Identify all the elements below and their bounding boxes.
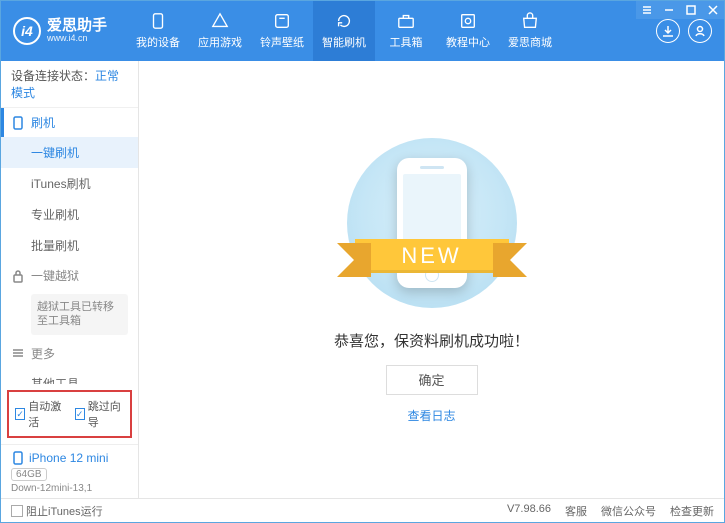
nav-refresh[interactable]: 智能刷机 xyxy=(313,1,375,61)
nav-phone[interactable]: 我的设备 xyxy=(127,1,189,61)
footer-update-link[interactable]: 检查更新 xyxy=(670,503,714,519)
nav-label: 我的设备 xyxy=(136,34,180,50)
music-icon xyxy=(272,12,292,30)
logo-icon: i4 xyxy=(13,17,41,45)
footer-wechat-link[interactable]: 微信公众号 xyxy=(601,503,656,519)
refresh-icon xyxy=(334,12,354,30)
checkbox-icon: ✓ xyxy=(75,408,85,420)
titlebar: i4 爱思助手 www.i4.cn 我的设备 应用游戏 铃声壁纸 智能刷机 工具箱 教程中… xyxy=(1,1,724,61)
view-log-link[interactable]: 查看日志 xyxy=(407,407,455,424)
block-itunes-checkbox[interactable]: 阻止iTunes运行 xyxy=(11,503,103,519)
sidebar-item[interactable]: 一键刷机 xyxy=(1,137,138,168)
new-ribbon: NEW xyxy=(355,239,509,273)
checkbox-label: 跳过向导 xyxy=(88,398,124,430)
sidebar-group[interactable]: 一键越狱 xyxy=(1,261,138,290)
illustration: NEW xyxy=(347,138,517,308)
shop-icon xyxy=(520,12,540,30)
lock-icon xyxy=(11,269,25,283)
toolbox-icon xyxy=(396,12,416,30)
nav-music[interactable]: 铃声壁纸 xyxy=(251,1,313,61)
nav-label: 工具箱 xyxy=(390,34,423,50)
nav-shop[interactable]: 爱思商城 xyxy=(499,1,561,61)
footer-support-link[interactable]: 客服 xyxy=(565,503,587,519)
status-bar: 阻止iTunes运行 V7.98.66 客服 微信公众号 检查更新 xyxy=(1,498,724,522)
nav-toolbox[interactable]: 工具箱 xyxy=(375,1,437,61)
app-subtitle: www.i4.cn xyxy=(47,34,107,44)
app-title: 爱思助手 xyxy=(47,18,107,35)
status-label: 设备连接状态： xyxy=(11,69,95,83)
apps-icon xyxy=(210,12,230,30)
menu-button[interactable] xyxy=(636,1,658,19)
book-icon xyxy=(458,12,478,30)
group-label: 更多 xyxy=(31,345,55,362)
sidebar-item[interactable]: 批量刷机 xyxy=(1,230,138,261)
top-nav: 我的设备 应用游戏 铃声壁纸 智能刷机 工具箱 教程中心 爱思商城 xyxy=(127,1,561,61)
connection-status: 设备连接状态：正常模式 xyxy=(1,61,138,108)
sidebar-note: 越狱工具已转移至工具箱 xyxy=(31,294,128,335)
more-icon xyxy=(11,346,25,360)
group-label: 刷机 xyxy=(31,114,55,131)
block-itunes-label: 阻止iTunes运行 xyxy=(26,503,103,519)
sidebar-item[interactable]: iTunes刷机 xyxy=(1,168,138,199)
checkbox-label: 自动激活 xyxy=(28,398,64,430)
nav-book[interactable]: 教程中心 xyxy=(437,1,499,61)
window-controls xyxy=(636,1,724,19)
device-storage: 64GB xyxy=(11,468,47,481)
nav-label: 铃声壁纸 xyxy=(260,34,304,50)
success-message: 恭喜您，保资料刷机成功啦！ xyxy=(334,330,529,351)
phone-icon xyxy=(11,451,25,465)
group-label: 一键越狱 xyxy=(31,267,79,284)
sidebar-group[interactable]: 更多 xyxy=(1,339,138,368)
close-button[interactable] xyxy=(702,1,724,19)
maximize-button[interactable] xyxy=(680,1,702,19)
version-label: V7.98.66 xyxy=(507,503,551,519)
nav-label: 智能刷机 xyxy=(322,34,366,50)
sidebar-checkbox[interactable]: ✓自动激活 xyxy=(15,398,65,430)
phone-icon xyxy=(148,12,168,30)
sidebar-options-highlighted: ✓自动激活✓跳过向导 xyxy=(7,390,132,438)
nav-label: 爱思商城 xyxy=(508,34,552,50)
app-logo: i4 爱思助手 www.i4.cn xyxy=(13,17,107,45)
phone-icon xyxy=(11,116,25,130)
nav-label: 应用游戏 xyxy=(198,34,242,50)
device-name: iPhone 12 mini xyxy=(29,451,108,465)
minimize-button[interactable] xyxy=(658,1,680,19)
nav-label: 教程中心 xyxy=(446,34,490,50)
device-sub: Down-12mini-13,1 xyxy=(11,483,128,494)
user-button[interactable] xyxy=(688,19,712,43)
download-button[interactable] xyxy=(656,19,680,43)
sidebar-group[interactable]: 刷机 xyxy=(1,108,138,137)
confirm-button[interactable]: 确定 xyxy=(386,365,478,395)
sidebar: 设备连接状态：正常模式 刷机一键刷机iTunes刷机专业刷机批量刷机一键越狱越狱… xyxy=(1,61,139,500)
nav-apps[interactable]: 应用游戏 xyxy=(189,1,251,61)
sidebar-item[interactable]: 其他工具 xyxy=(1,368,138,384)
device-info[interactable]: iPhone 12 mini 64GB Down-12mini-13,1 xyxy=(1,444,138,500)
checkbox-icon: ✓ xyxy=(15,408,25,420)
sidebar-checkbox[interactable]: ✓跳过向导 xyxy=(75,398,125,430)
sidebar-item[interactable]: 专业刷机 xyxy=(1,199,138,230)
main-content: NEW 恭喜您，保资料刷机成功啦！ 确定 查看日志 xyxy=(139,61,724,500)
